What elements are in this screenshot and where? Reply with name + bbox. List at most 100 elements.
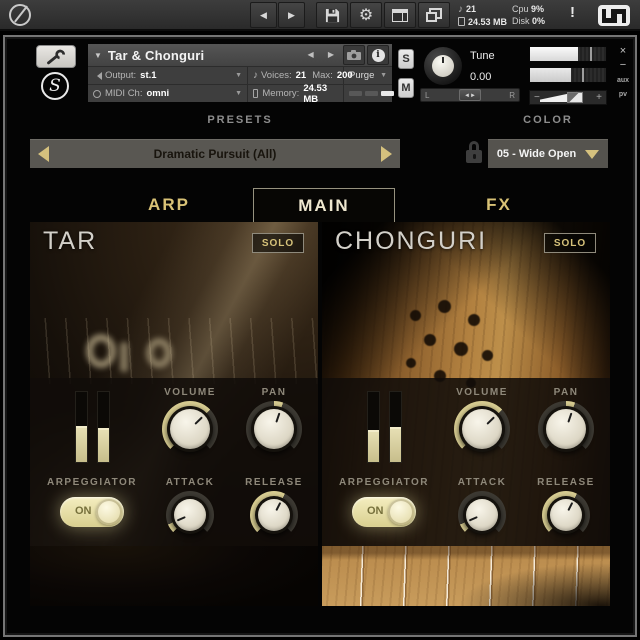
- tar-meters-cell: [36, 378, 148, 468]
- header-row-midi: MIDI Ch: omni ▼ Memory: 24.53 MB: [88, 82, 394, 105]
- mute-letter: M: [398, 78, 414, 98]
- nav-back-button[interactable]: ◀: [250, 2, 277, 28]
- chonguri-controls: VOLUME PAN ARPEGGIATOR ON ATTACK RELEASE: [322, 378, 610, 546]
- header-pan-slider[interactable]: L R ◄►: [420, 88, 520, 102]
- chonguri-volume-knob[interactable]: [454, 401, 510, 457]
- aux-label: aux: [616, 77, 630, 84]
- chonguri-attack-knob[interactable]: [458, 491, 506, 539]
- midi-label: MIDI Ch:: [105, 88, 143, 99]
- purge-caret-icon[interactable]: ▼: [380, 72, 387, 79]
- audio-engine-icon[interactable]: [9, 4, 31, 26]
- preset-prev-icon[interactable]: [38, 146, 49, 162]
- close-icon: ×: [619, 45, 627, 57]
- level-meter-right: [529, 67, 607, 83]
- tar-title: TAR: [43, 227, 98, 255]
- minimize-button[interactable]: −: [615, 59, 631, 71]
- chonguri-pan-knob[interactable]: [538, 401, 594, 457]
- warning-indicator[interactable]: !: [570, 4, 575, 21]
- header-mute-button[interactable]: M: [398, 78, 414, 98]
- options-button[interactable]: ⚙: [350, 2, 382, 28]
- color-value: 05 - Wide Open: [496, 148, 577, 160]
- chonguri-arpeggiator-label: ARPEGGIATOR: [338, 477, 430, 488]
- volume-slider-handle[interactable]: [567, 92, 584, 103]
- info-view-button[interactable]: i: [367, 45, 389, 65]
- cpu-disk-stats: Cpu 9% Disk 0%: [512, 3, 545, 27]
- header-solo-button[interactable]: S: [398, 49, 414, 69]
- tar-solo-button[interactable]: SOLO: [252, 233, 304, 253]
- header-volume-slider[interactable]: − +: [529, 90, 607, 105]
- tab-fx[interactable]: FX: [414, 188, 584, 222]
- midi-value: omni: [146, 88, 170, 99]
- minimize-icon: −: [619, 59, 627, 71]
- total-memory-value: 24.53 MB: [468, 17, 508, 27]
- pan-slider-handle[interactable]: ◄►: [459, 89, 481, 101]
- chonguri-solo-button[interactable]: SOLO: [544, 233, 596, 253]
- layout-icon: [392, 8, 408, 22]
- tab-arp[interactable]: ARP: [84, 188, 254, 222]
- solo-letter: S: [398, 49, 414, 69]
- pv-button[interactable]: pv: [613, 91, 633, 98]
- purge-control[interactable]: Purge ▼: [344, 67, 392, 84]
- toggle-handle[interactable]: [96, 499, 122, 525]
- tar-volume-cell: VOLUME: [148, 378, 232, 468]
- nav-forward-button[interactable]: ▶: [278, 2, 305, 28]
- tune-value[interactable]: 0.00: [470, 71, 491, 83]
- volume-plus[interactable]: +: [596, 91, 602, 104]
- window-mode-button[interactable]: [418, 2, 450, 28]
- chonguri-output-meters: [366, 391, 402, 463]
- tar-attack-cell: ATTACK: [148, 468, 232, 546]
- tar-attack-label: ATTACK: [165, 477, 215, 488]
- tar-volume-knob[interactable]: [162, 401, 218, 457]
- chonguri-artwork-bottom: [322, 546, 610, 606]
- instrument-title: Tar & Chonguri: [107, 47, 205, 63]
- aux-button[interactable]: aux: [613, 77, 633, 84]
- color-section-label: COLOR: [523, 114, 573, 126]
- midi-caret-icon[interactable]: ▼: [235, 90, 242, 97]
- tar-release-knob[interactable]: [250, 491, 298, 539]
- save-button[interactable]: [316, 2, 348, 28]
- output-icon: [93, 71, 102, 80]
- color-lock-icon[interactable]: [465, 141, 483, 165]
- preset-next-icon[interactable]: [381, 146, 392, 162]
- edit-instrument-button[interactable]: [36, 45, 76, 68]
- chonguri-panel: CHONGURI SOLO VOLUME PAN ARPEGGIATOR ON …: [322, 222, 610, 606]
- host-toolbar: ◀ ▶ ⚙ ♪ 21 24.53 MB Cpu 9% Disk 0% !: [0, 0, 640, 31]
- instrument-prev-next[interactable]: ◀ ▶: [307, 50, 340, 59]
- close-button[interactable]: ×: [615, 45, 631, 57]
- snapshot-view-button[interactable]: [343, 45, 365, 65]
- toggle-state-label: ON: [367, 505, 384, 517]
- volume-minus[interactable]: −: [534, 91, 540, 104]
- pan-right-label: R: [509, 91, 515, 100]
- memory-value: 24.53 MB: [303, 82, 328, 105]
- kontakt-app: ◀ ▶ ⚙ ♪ 21 24.53 MB Cpu 9% Disk 0% ! S ▼…: [0, 0, 640, 640]
- pan-left-label: L: [425, 91, 430, 100]
- chonguri-release-label: RELEASE: [537, 477, 595, 488]
- tab-main[interactable]: MAIN: [253, 188, 395, 222]
- preset-selector[interactable]: Dramatic Pursuit (All): [30, 139, 400, 168]
- chonguri-arpeggiator-toggle[interactable]: ON: [352, 497, 416, 527]
- output-caret-icon[interactable]: ▼: [235, 72, 242, 79]
- color-dropdown[interactable]: 05 - Wide Open: [488, 139, 608, 168]
- view-layout-button[interactable]: [384, 2, 416, 28]
- midi-channel-selector[interactable]: MIDI Ch: omni ▼: [88, 85, 248, 102]
- toggle-handle[interactable]: [388, 499, 414, 525]
- ni-logo[interactable]: [598, 5, 630, 26]
- header-row-output: Output: st.1 ▼ ♪ Voices: 21 Max: 200 Pur…: [88, 67, 392, 84]
- tar-pan-knob[interactable]: [246, 401, 302, 457]
- output-selector[interactable]: Output: st.1 ▼: [88, 67, 248, 84]
- engine-stats: ♪ 21 24.53 MB: [458, 3, 507, 28]
- forward-arrow-icon: ▶: [288, 9, 295, 20]
- tar-attack-knob[interactable]: [166, 491, 214, 539]
- tar-arpeggiator-label: ARPEGGIATOR: [46, 477, 138, 488]
- tune-knob[interactable]: [424, 47, 462, 85]
- voices-readout: ♪ Voices: 21 Max: 200: [248, 67, 353, 84]
- tar-arpeggiator-toggle[interactable]: ON: [60, 497, 124, 527]
- collapse-caret-icon[interactable]: ▼: [94, 51, 102, 60]
- instrument-title-bar[interactable]: ▼ Tar & Chonguri ◀ ▶ i: [88, 44, 392, 66]
- chonguri-release-knob[interactable]: [542, 491, 590, 539]
- midi-icon: [93, 89, 101, 98]
- tab-main-label: MAIN: [298, 195, 350, 215]
- tar-pan-label: PAN: [261, 387, 287, 398]
- chonguri-pan-label: PAN: [553, 387, 579, 398]
- solo-label: SOLO: [553, 237, 587, 249]
